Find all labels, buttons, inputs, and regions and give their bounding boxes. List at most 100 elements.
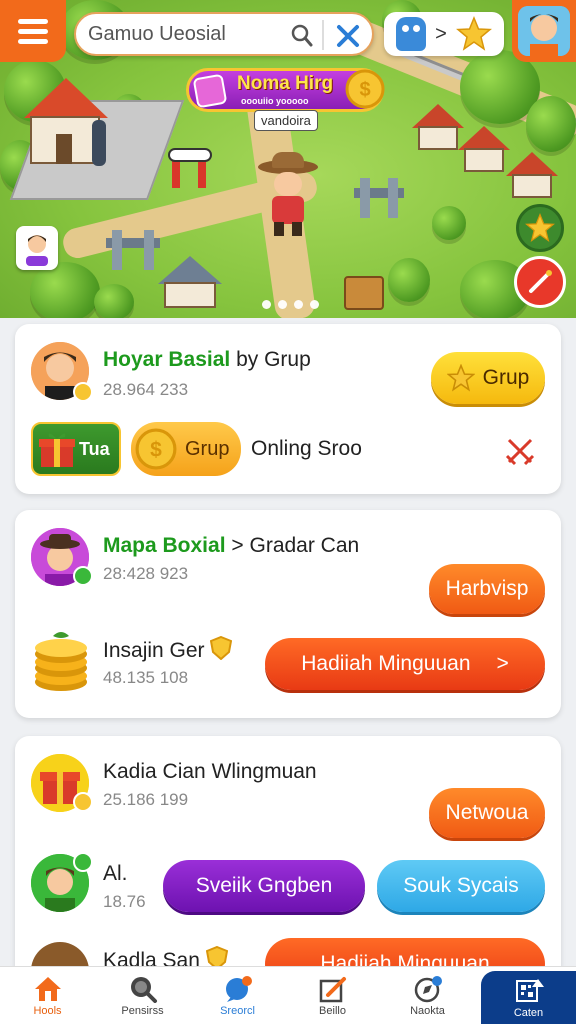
group-number: 28.964 233 (103, 380, 189, 399)
tree (94, 284, 134, 318)
weekly-gift-button[interactable]: Hadiiah Minguuan > (265, 638, 545, 690)
page-dot[interactable] (278, 300, 287, 309)
online-badge-icon (73, 566, 93, 586)
bench (354, 176, 404, 220)
rewards-pill[interactable]: > (384, 12, 504, 56)
svg-text:$: $ (150, 438, 162, 461)
gift-chip-label: Tua (79, 438, 110, 459)
search-divider (322, 20, 324, 50)
search-bar[interactable] (74, 12, 374, 56)
svg-text:$: $ (359, 79, 370, 101)
crate (344, 276, 384, 310)
gift-chip[interactable]: Tua (31, 422, 121, 476)
nav-label: Pensirss (121, 1004, 164, 1017)
group-card: Hoyar Basial by Grup 28.964 233 Grup Tua… (15, 324, 561, 494)
hamburger-icon-line (18, 28, 48, 34)
group-number: 25.186 199 (103, 790, 189, 809)
market-stand[interactable] (168, 140, 212, 190)
map-location-tag[interactable]: vandoira (254, 110, 318, 131)
coin-stack-icon (35, 632, 87, 691)
farmer-character[interactable] (258, 152, 318, 236)
nav-item-scan[interactable]: Caten (481, 971, 576, 1024)
bottom-nav: Hools Pensirss Sreorcl Beillo Naokta Cat… (0, 966, 576, 1024)
avatar (518, 6, 570, 56)
group-card: Mapa Boxial > Gradar Can 28:428 923 Harb… (15, 510, 561, 718)
nav-item-compass[interactable]: Naokta (380, 967, 475, 1024)
group-name: Hoyar Basial by Grup (103, 348, 311, 372)
page-dot[interactable] (310, 300, 319, 309)
profile-avatar-button[interactable] (512, 0, 576, 62)
bench (106, 228, 160, 274)
tree (526, 96, 576, 152)
group-button[interactable]: Grup (431, 352, 545, 404)
item-name: Insajin Ger (103, 635, 233, 663)
chat-icon (225, 975, 252, 1002)
user-avatar-icon (518, 6, 570, 56)
tree (432, 206, 466, 240)
compass-icon (414, 975, 442, 1002)
online-status-text: Onling Sroo (251, 437, 362, 460)
group-name-suffix: > Gradar Can (231, 534, 360, 557)
item-number: 48.135 108 (103, 668, 189, 687)
house (158, 256, 222, 308)
group-button-label: Grup (482, 366, 530, 389)
nav-item-edit[interactable]: Beillo (285, 967, 380, 1024)
star-icon (525, 213, 555, 242)
group-number: 28:428 923 (103, 564, 189, 583)
member-name: Al. (103, 862, 128, 885)
banner-title: Noma Hirg (237, 73, 334, 94)
group-name-highlight: Hoyar Basial (103, 348, 231, 371)
chevron-right-icon: > (496, 652, 509, 675)
coin-chip[interactable]: $ Grup (131, 422, 241, 476)
search-icon[interactable] (290, 23, 314, 49)
nav-item-chat[interactable]: Sreorcl (190, 967, 285, 1024)
farmhouse[interactable] (24, 78, 108, 168)
nav-item-home[interactable]: Hools (0, 967, 95, 1024)
menu-button[interactable] (0, 0, 66, 62)
harvest-button-label: Harbvisp (445, 577, 529, 600)
crossed-swords-icon[interactable] (505, 436, 535, 466)
friend-avatar-button[interactable] (16, 226, 58, 270)
favorites-button[interactable] (516, 204, 564, 252)
chevron-right-icon: > (435, 22, 447, 45)
edit-button[interactable] (514, 256, 566, 308)
qr-icon (515, 978, 544, 1002)
house (458, 126, 510, 172)
crossed-tools-icon[interactable] (334, 22, 362, 50)
dice-icon (192, 73, 228, 109)
blue-action-button[interactable]: Souk Sycais (377, 860, 545, 912)
house (506, 152, 558, 198)
page-dot[interactable] (294, 300, 303, 309)
coin-chip-label: Grup (185, 437, 230, 460)
weekly-gift-button-label: Hadiiah Minguuan (301, 652, 471, 675)
pause-badge-icon (73, 852, 93, 872)
purple-action-button[interactable]: Sveiik Gngben (163, 860, 365, 912)
nav-item-search[interactable]: Pensirss (95, 967, 190, 1024)
search-input[interactable] (88, 22, 288, 46)
coin-badge-icon (73, 382, 93, 402)
nav-label: Sreorcl (220, 1004, 255, 1017)
carousel-dots (262, 300, 319, 309)
group-name-suffix: by Grup (236, 348, 311, 371)
network-button[interactable]: Netwoua (429, 788, 545, 838)
nav-label: Caten (513, 1006, 544, 1019)
mascot-icon (396, 17, 427, 51)
edit-icon (319, 976, 346, 1002)
event-banner[interactable]: Noma Hirg ooouiio yooooo $ (186, 68, 385, 112)
banner-subtitle: ooouiio yooooo (241, 96, 309, 106)
home-icon (34, 976, 61, 1001)
coin-icon: $ (135, 428, 177, 470)
group-name-highlight: Mapa Boxial (103, 534, 226, 557)
group-card: Kadia Cian Wlingmuan 25.186 199 Netwoua … (15, 736, 561, 1000)
page-dot[interactable] (262, 300, 271, 309)
tree (388, 258, 430, 302)
harvest-button[interactable]: Harbvisp (429, 564, 545, 614)
member-number: 18.76 (103, 892, 146, 911)
gift-icon (39, 433, 75, 467)
nav-label: Hools (33, 1004, 62, 1017)
item-name-text: Insajin Ger (103, 639, 205, 662)
house (412, 104, 464, 150)
shield-icon (210, 635, 233, 661)
hamburger-icon (18, 18, 48, 24)
network-button-label: Netwoua (445, 801, 529, 824)
